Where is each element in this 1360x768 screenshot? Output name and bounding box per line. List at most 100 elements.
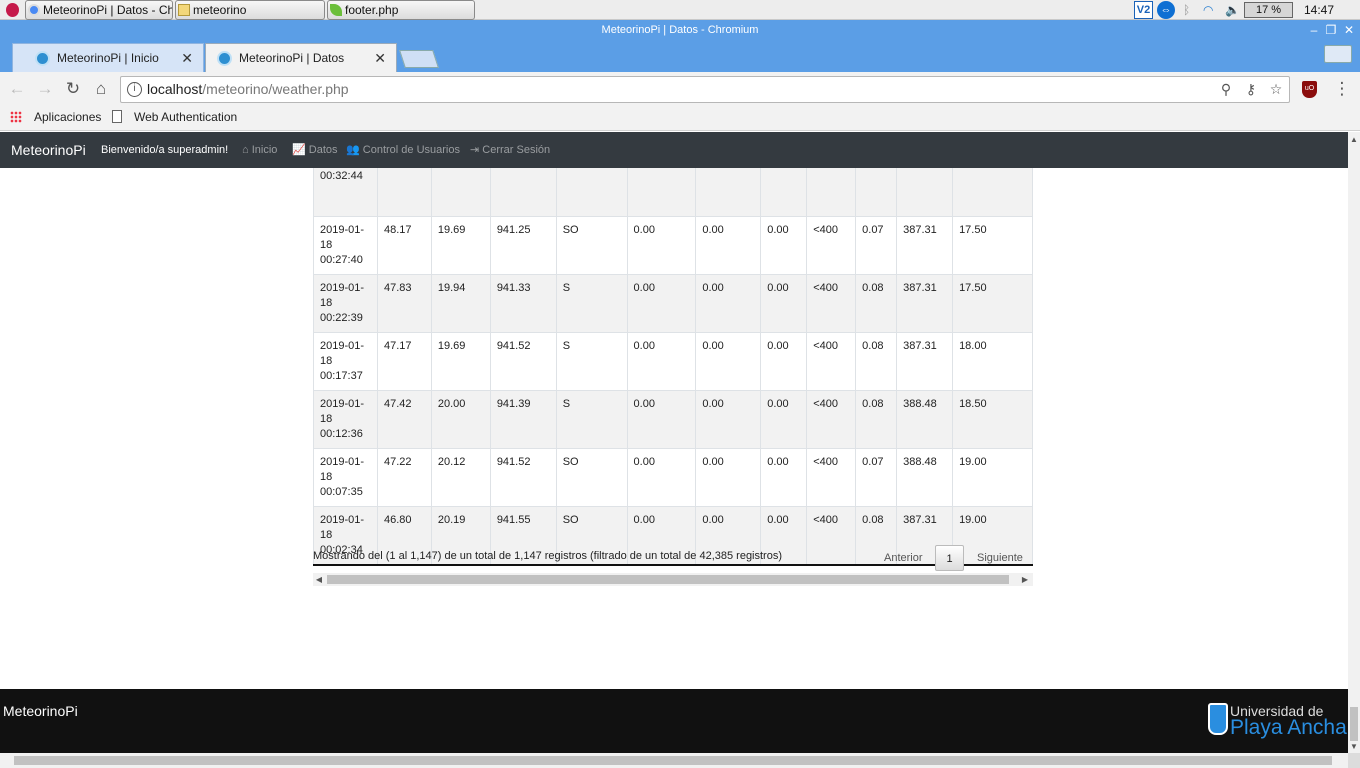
table-cell: 388.48 [896,390,954,449]
window-title: MeteorinoPi | Datos - Chromium [601,24,759,36]
reload-icon[interactable]: ↻ [63,79,83,99]
table-cell: 19.00 [952,448,1033,507]
taskbar-app-folder[interactable]: meteorino [175,0,325,20]
scrollbar-thumb[interactable] [327,575,1009,584]
page-vertical-scrollbar[interactable]: ▲ ▼ [1348,132,1360,753]
scrollbar-thumb[interactable] [1350,707,1358,741]
table-cell: 0.00 [626,390,697,449]
table-cell: 20.00 [430,390,491,449]
info-icon[interactable]: i [127,82,142,97]
navbar-brand[interactable]: MeteorinoPi [11,132,86,168]
minimize-icon[interactable]: – [1307,20,1321,41]
nav-link-usuarios[interactable]: 👥 Control de Usuarios [346,132,460,168]
zoom-icon[interactable]: ⚲ [1217,77,1235,102]
table-cell: 388.48 [896,448,954,507]
bookmark-aplicaciones[interactable]: Aplicaciones [34,106,101,128]
nav-link-cerrar-sesion[interactable]: ⇥ Cerrar Sesión [470,132,550,168]
folder-icon [178,4,190,16]
close-tab-icon[interactable]: ✕ [181,44,193,73]
nav-link-label: Cerrar Sesión [482,144,551,156]
table-cell: <400 [806,274,857,333]
forward-arrow-icon[interactable]: → [35,79,55,99]
date-cell: 2019-01- 18 00:17:37 [313,332,378,391]
home-icon[interactable]: ⌂ [91,79,111,99]
chart-icon: 📈 [292,144,309,156]
scrollbar-thumb[interactable] [14,756,1332,765]
taskbar-app-label: meteorino [193,3,247,17]
table-cell: <400 [806,216,857,275]
back-arrow-icon[interactable]: ← [7,79,27,99]
tab-datos[interactable]: MeteorinoPi | Datos ✕ [205,43,397,72]
table-cell: <400 [806,448,857,507]
nav-link-datos[interactable]: 📈 Datos [292,132,338,168]
table-cell [760,159,808,217]
taskbar-app-label: MeteorinoPi | Datos - Ch... [43,3,173,17]
date-date: 2019-01- [320,224,365,236]
table-horizontal-scrollbar[interactable]: ◀ ▶ [313,573,1033,586]
table-cell: SO [555,448,628,507]
date-time: 00:12:36 [320,428,363,440]
table-cell: 0.00 [695,332,762,391]
taskbar-app-editor[interactable]: footer.php [327,0,475,20]
scroll-right-icon[interactable]: ▶ [1019,573,1031,586]
bluetooth-icon[interactable]: ᛒ [1183,0,1190,20]
new-tab-button[interactable] [399,50,439,68]
date-day: 18 [320,529,333,541]
close-window-icon[interactable]: ✕ [1342,20,1356,41]
raspberry-menu-icon[interactable] [6,3,19,17]
address-bar[interactable]: i localhost/meteorino/weather.php ⚲ ⚷ ☆ [120,76,1290,103]
table-cell: 18.00 [952,332,1033,391]
chromium-icon [28,4,40,16]
wifi-icon[interactable]: ◠ [1203,0,1213,20]
table-cell: 0.00 [760,390,808,449]
menu-icon[interactable]: ⋮ [1332,79,1352,99]
date-time: 00:07:35 [320,486,363,498]
pagination-current-page[interactable]: 1 [935,545,964,571]
table-cell [430,159,491,217]
nav-link-label: Control de Usuarios [362,144,460,156]
browser-toolbar: ← → ↻ ⌂ i localhost/meteorino/weather.ph… [0,72,1360,106]
profile-icon[interactable] [1324,45,1352,63]
table-cell: 0.08 [855,390,898,449]
site-navbar: MeteorinoPi Bienvenido/a superadmin! ⌂ I… [0,132,1348,168]
table-cell [952,159,1033,217]
bookmark-web-authentication[interactable]: Web Authentication [134,106,237,128]
date-day: 18 [320,355,333,367]
bookmark-star-icon[interactable]: ☆ [1267,77,1285,102]
university-logo: Universidad de Playa Ancha [1208,703,1348,739]
meteorino-favicon-icon [217,51,232,66]
nav-link-inicio[interactable]: ⌂ Inicio [242,132,277,168]
scroll-up-icon[interactable]: ▲ [1348,134,1360,146]
table-info: Mostrando del (1 al 1,147) de un total d… [313,550,783,562]
ublock-icon[interactable]: uO [1302,81,1317,98]
shield-icon [1208,703,1228,735]
users-icon: 👥 [346,144,363,156]
battery-indicator[interactable]: 17 % [1244,2,1293,18]
tab-inicio[interactable]: MeteorinoPi | Inicio ✕ [12,43,204,72]
maximize-icon[interactable]: ❐ [1324,20,1338,41]
vnc-icon[interactable]: V2 [1134,1,1153,19]
page-footer: MeteorinoPi Universidad de Playa Ancha [0,689,1348,753]
scrollbar-corner [1348,753,1360,768]
table-cell [376,159,432,217]
table-cell: 17.50 [952,216,1033,275]
pagination-next[interactable]: Siguiente [977,545,1023,571]
pagination-previous[interactable]: Anterior [884,545,923,571]
volume-icon[interactable]: 🔈 [1225,0,1240,20]
table-cell: 0.00 [695,274,762,333]
table-cell: 47.42 [376,390,432,449]
scroll-down-icon[interactable]: ▼ [1348,741,1360,753]
page-horizontal-scrollbar[interactable] [0,753,1348,768]
apps-grid-icon [10,111,22,123]
key-icon[interactable]: ⚷ [1242,77,1260,102]
table-cell [855,159,898,217]
table-cell: <400 [806,332,857,391]
table-cell: 18.50 [952,390,1033,449]
table-cell [626,159,697,217]
scroll-left-icon[interactable]: ◀ [313,573,325,586]
teamviewer-icon[interactable]: ⇔ [1157,1,1175,19]
table-row: 2019-01- 18 00:17:37 47.17 19.69 941.52 S 0.00 0… [313,332,1033,391]
taskbar-app-chromium[interactable]: MeteorinoPi | Datos - Ch... [25,0,173,20]
close-tab-icon[interactable]: ✕ [374,44,386,73]
date-cell: 2019-01- 18 00:27:40 [313,216,378,275]
